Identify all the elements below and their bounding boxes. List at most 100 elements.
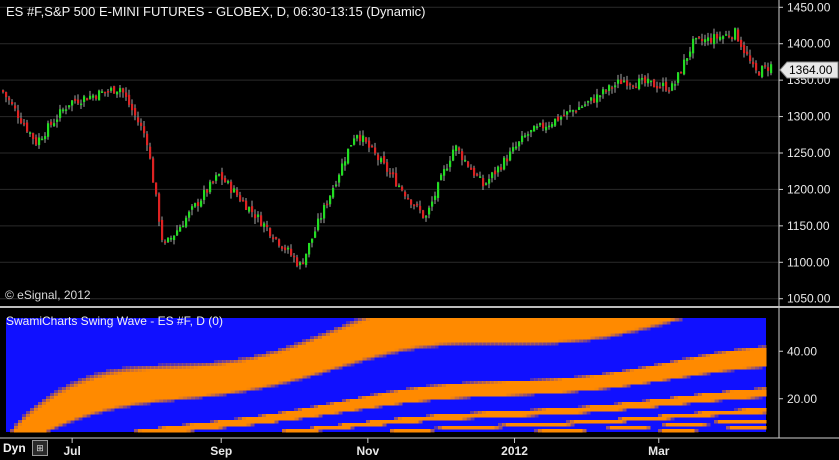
candle-down [635,86,638,89]
candle-down [710,37,713,43]
heatmap-cell [598,330,603,334]
heatmap-cell [574,390,579,394]
heatmap-cell [126,399,131,403]
heatmap-cell [658,324,663,328]
heatmap-cell [122,399,127,403]
heatmap-cell [546,429,551,433]
heatmap-cell [194,369,199,373]
heatmap-cell [602,330,607,334]
heatmap-cell [242,366,247,370]
heatmap-cell [398,327,403,331]
heatmap-cell [574,384,579,388]
heatmap-cell [682,396,687,400]
candle-down [758,72,761,76]
heatmap-cell [726,396,731,400]
heatmap-cell [434,384,439,388]
candle-down [476,174,479,176]
heatmap-cell [98,387,103,391]
heatmap-cell [734,363,739,367]
candle-up [533,126,536,132]
heatmap-cell [298,360,303,364]
heatmap-cell [478,411,483,415]
heatmap-cell [54,396,59,400]
heatmap-cell [534,336,539,340]
heatmap-cell [602,405,607,409]
heatmap-cell [666,372,671,376]
heatmap-cell [530,342,535,346]
heatmap-cell [218,363,223,367]
heatmap-cell [270,357,275,361]
heatmap-cell [530,384,535,388]
heatmap-cell [354,321,359,325]
heatmap-cell [442,393,447,397]
heatmap-cell [274,417,279,421]
heatmap-cell [450,417,455,421]
heatmap-cell [382,423,387,427]
heatmap-cell [238,381,243,385]
heatmap-cell [658,363,663,367]
heatmap-cell [46,408,51,412]
candle-down [494,170,497,175]
heatmap-cell [502,339,507,343]
heatmap-cell [650,375,655,379]
heatmap-cell [278,369,283,373]
heatmap-cell [450,330,455,334]
heatmap-cell [674,369,679,373]
heatmap-cell [318,357,323,361]
heatmap-cell [742,351,747,355]
heatmap-cell [562,387,567,391]
heatmap-cell [518,336,523,340]
heatmap-cell [310,369,315,373]
heatmap-cell [450,390,455,394]
zoom-icon[interactable]: ⊞ [32,440,48,456]
candle-up [527,134,530,136]
heatmap-cell [598,321,603,325]
heatmap-cell [402,336,407,340]
candle-up [584,104,587,106]
heatmap-cell [618,408,623,412]
heatmap-cell [170,396,175,400]
heatmap-cell [342,354,347,358]
heatmap-cell [514,330,519,334]
heatmap-cell [222,369,227,373]
heatmap-cell [354,423,359,427]
heatmap-cell [302,357,307,361]
heatmap-cell [674,414,679,418]
heatmap-cell [634,426,639,430]
heatmap-cell [362,402,367,406]
heatmap-cell [42,429,47,433]
heatmap-cell [458,396,463,400]
heatmap-cell [102,384,107,388]
candle-up [761,65,764,78]
candle-down [236,189,239,196]
heatmap-cell [462,318,467,322]
heatmap-cell [438,318,443,322]
heatmap-cell [390,390,395,394]
heatmap-cell [638,327,643,331]
heatmap-cell [54,426,59,430]
heatmap-cell [26,420,31,424]
heatmap-cell [722,351,727,355]
heatmap-cell [386,342,391,346]
heatmap-cell [370,330,375,334]
heatmap-cell [82,384,87,388]
heatmap-cell [742,396,747,400]
heatmap-cell [642,375,647,379]
candle-down [407,198,410,200]
heatmap-cell [750,396,755,400]
candle-down [140,122,143,126]
heatmap-cell [90,387,95,391]
heatmap-cell [270,369,275,373]
heatmap-cell [338,336,343,340]
heatmap-cell [706,396,711,400]
heatmap-cell [510,333,515,337]
heatmap-cell [370,357,375,361]
heatmap-cell [286,348,291,352]
heatmap-cell [630,372,635,376]
heatmap-cell [310,345,315,349]
heatmap-cell [442,321,447,325]
heatmap-cell [446,324,451,328]
heatmap-cell [678,366,683,370]
heatmap-cell [434,339,439,343]
heatmap-cell [654,369,659,373]
